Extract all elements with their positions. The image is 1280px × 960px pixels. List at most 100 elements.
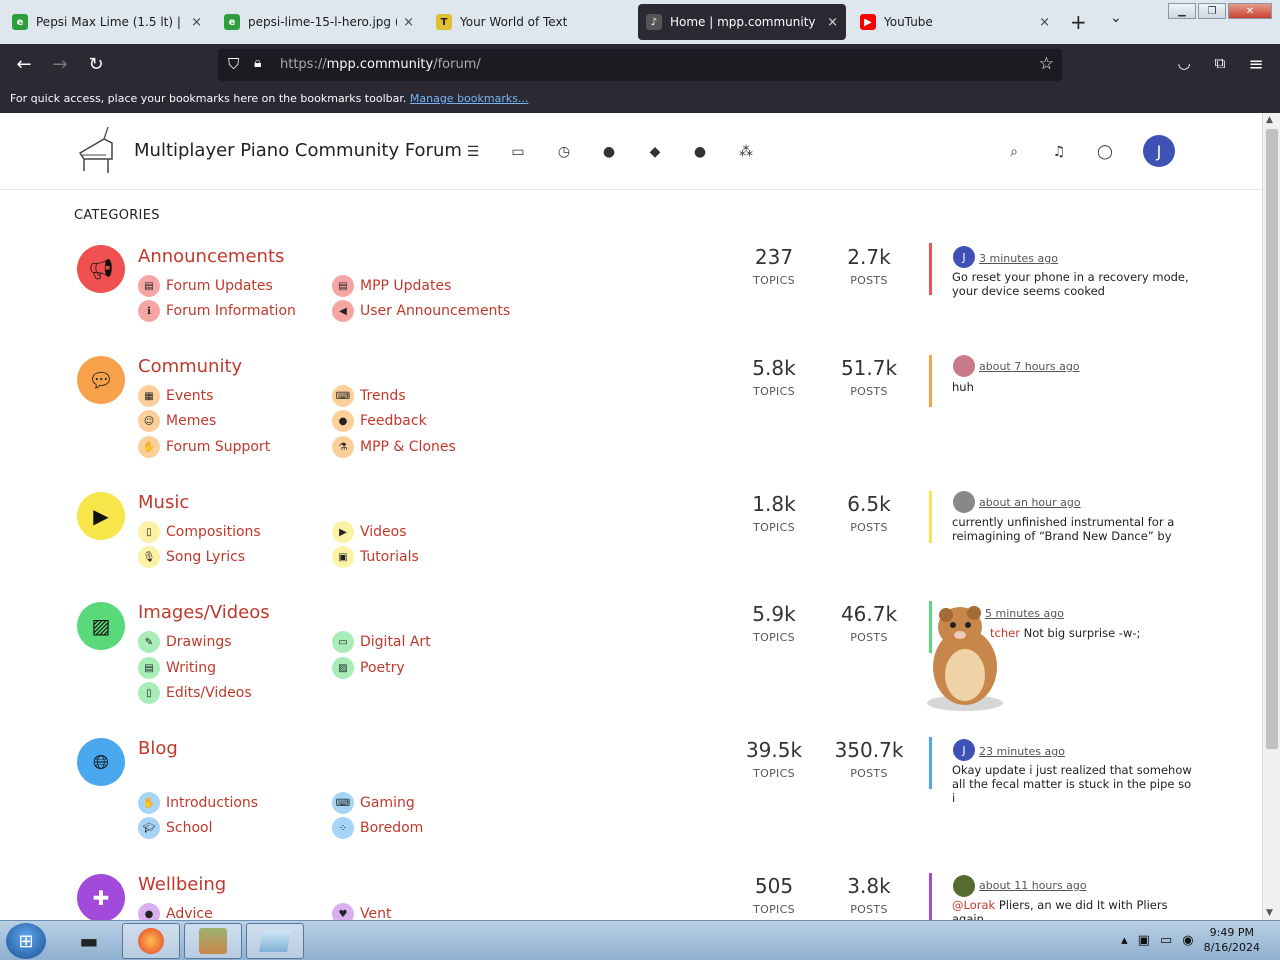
subcategory-link[interactable]: ● Advice (138, 903, 213, 920)
tab-your-world-of-text[interactable]: T Your World of Text (428, 4, 628, 40)
notifications-bell-icon[interactable]: ♫ (1049, 144, 1069, 160)
subcategory-link[interactable]: ▭ Digital Art (332, 631, 431, 653)
teaser-text[interactable]: huh (952, 380, 1192, 394)
scroll-up-icon[interactable]: ▲ (1266, 115, 1273, 125)
back-arrow-icon[interactable]: ← (13, 54, 35, 75)
manage-bookmarks-link[interactable]: Manage bookmarks... (410, 92, 529, 105)
megaphone-icon[interactable]: 📢︎ (77, 245, 125, 293)
subcategory-link[interactable]: ▯ Compositions (138, 521, 261, 543)
teaser-timestamp[interactable]: about 7 hours ago (979, 360, 1080, 373)
page-scrollbar[interactable]: ▲ ▼ (1262, 113, 1280, 920)
subcategory-link[interactable]: ▨ Poetry (332, 657, 405, 679)
close-tab-icon[interactable]: × (191, 15, 202, 30)
pocket-icon[interactable]: ◡ (1173, 54, 1195, 72)
minimize-button[interactable]: ▁ (1168, 3, 1196, 19)
tracking-shield-icon[interactable]: ⛉ (228, 55, 239, 73)
subcategory-link[interactable]: ◀ User Announcements (332, 300, 510, 322)
forward-arrow-icon[interactable]: → (49, 54, 71, 75)
scroll-down-icon[interactable]: ▼ (1266, 908, 1273, 918)
tray-app-icon[interactable]: ▣ (1138, 933, 1150, 948)
subcategory-link[interactable]: ℹ Forum Information (138, 300, 296, 322)
subcategory-link[interactable]: ✋ Forum Support (138, 436, 270, 458)
subcategory-link[interactable]: ▤ Writing (138, 657, 216, 679)
tray-expand-icon[interactable]: ▴ (1121, 933, 1128, 948)
categories-nav-icon[interactable]: ☰ (463, 144, 483, 160)
taskbar-app-terminal[interactable]: ▬ (60, 923, 118, 959)
taskbar-app-explorer[interactable] (246, 923, 304, 959)
first-aid-kit-icon[interactable]: ✚ (77, 874, 125, 920)
teaser-avatar[interactable] (953, 355, 975, 377)
category-title[interactable]: Music (138, 492, 189, 513)
piano-logo-icon[interactable] (74, 125, 118, 175)
teaser-text[interactable]: Go reset your phone in a recovery mode, … (952, 270, 1192, 298)
users-nav-icon[interactable]: ● (690, 144, 710, 160)
bookmark-star-icon[interactable]: ☆ (1039, 54, 1054, 74)
popular-fire-icon[interactable]: ● (599, 144, 619, 160)
site-title[interactable]: Multiplayer Piano Community Forum (134, 140, 462, 161)
reload-icon[interactable]: ↻ (85, 54, 107, 75)
close-window-button[interactable]: ✕ (1228, 3, 1272, 19)
close-tab-icon[interactable]: × (827, 15, 838, 30)
subcategory-link[interactable]: ▣ Tutorials (332, 546, 419, 568)
tab-mpp-community[interactable]: ♪ Home | mpp.community × (638, 4, 846, 40)
new-tab-button[interactable]: + (1070, 10, 1087, 34)
user-avatar[interactable]: J (1143, 135, 1175, 167)
subcategory-link[interactable]: ● Feedback (332, 410, 427, 432)
teaser-text[interactable]: Okay update i just realized that somehow… (952, 763, 1192, 805)
subcategory-link[interactable]: ⁘ Boredom (332, 817, 423, 839)
subcategory-link[interactable]: ☺ Memes (138, 410, 216, 432)
play-circle-icon[interactable]: ▶ (77, 492, 125, 540)
subcategory-link[interactable]: ▶ Videos (332, 521, 407, 543)
scroll-thumb[interactable] (1266, 129, 1278, 749)
subcategory-link[interactable]: ✋ Introductions (138, 792, 258, 814)
category-title[interactable]: Community (138, 356, 242, 377)
tab-pepsi-image[interactable]: e pepsi-lime-15-l-hero.jpg (JPE × (216, 4, 422, 40)
start-button[interactable]: ⊞ (6, 923, 46, 959)
close-tab-icon[interactable]: × (403, 15, 414, 30)
category-title[interactable]: Images/Videos (138, 602, 270, 623)
teaser-timestamp[interactable]: 23 minutes ago (979, 745, 1065, 758)
teaser-timestamp[interactable]: 3 minutes ago (979, 252, 1058, 265)
image-icon[interactable]: ▨ (77, 602, 125, 650)
teaser-avatar[interactable]: J (953, 739, 975, 761)
subcategory-link[interactable]: 🎙︎ Song Lyrics (138, 546, 245, 568)
tags-icon[interactable]: ◆ (645, 144, 665, 160)
extensions-icon[interactable]: ⧉ (1209, 54, 1231, 72)
teaser-mention[interactable]: @Lorak (952, 898, 995, 912)
subcategory-link[interactable]: ▦ Events (138, 385, 213, 407)
address-bar[interactable]: ⛉ 🔒︎ https://mpp.community/forum/ ☆ (218, 49, 1062, 81)
tab-youtube[interactable]: ▶ YouTube × (852, 4, 1058, 40)
chat-bubbles-icon[interactable]: 💬︎ (77, 356, 125, 404)
category-title[interactable]: Announcements (138, 246, 284, 267)
system-clock[interactable]: 9:49 PM 8/16/2024 (1204, 925, 1260, 955)
maximize-button[interactable]: ❐ (1198, 3, 1226, 19)
subcategory-link[interactable]: ♥ Vent (332, 903, 391, 920)
display-icon[interactable]: ▭ (1160, 933, 1172, 948)
teaser-text[interactable]: @Lorak Pliers, an we did It with Pliers … (952, 898, 1192, 920)
list-tabs-button[interactable]: ⌄ (1110, 10, 1122, 26)
teaser-avatar[interactable]: J (953, 246, 975, 268)
category-title[interactable]: Blog (138, 738, 178, 759)
teaser-avatar[interactable] (953, 491, 975, 513)
teaser-timestamp[interactable]: about 11 hours ago (979, 879, 1087, 892)
taskbar-app-hamster[interactable] (184, 923, 242, 959)
volume-icon[interactable]: ◉ (1182, 933, 1193, 948)
teaser-text[interactable]: tcher Not big surprise -w-; (990, 626, 1190, 640)
globe-icon[interactable]: 🌐︎ (77, 738, 125, 786)
category-title[interactable]: Wellbeing (138, 874, 226, 895)
chat-icon[interactable]: ◯ (1095, 144, 1115, 160)
subcategory-link[interactable]: ▤ Forum Updates (138, 275, 273, 297)
tab-pepsi-max-lime[interactable]: e Pepsi Max Lime (1.5 lt) | e-Fr × (4, 4, 210, 40)
close-tab-icon[interactable]: × (1039, 15, 1050, 30)
subcategory-link[interactable]: ⚗ MPP & Clones (332, 436, 456, 458)
subcategory-link[interactable]: ✎ Drawings (138, 631, 232, 653)
url-text[interactable]: https://mpp.community/forum/ (280, 57, 481, 72)
inbox-nav-icon[interactable]: ▭ (508, 144, 528, 160)
teaser-avatar[interactable] (953, 875, 975, 897)
subcategory-link[interactable]: ▯ Edits/Videos (138, 682, 252, 704)
subcategory-link[interactable]: ▤ MPP Updates (332, 275, 451, 297)
teaser-timestamp[interactable]: about an hour ago (979, 496, 1081, 509)
lock-icon[interactable]: 🔒︎ (254, 55, 261, 71)
subcategory-link[interactable]: ⌨ Trends (332, 385, 406, 407)
taskbar-app-firefox[interactable] (122, 923, 180, 959)
